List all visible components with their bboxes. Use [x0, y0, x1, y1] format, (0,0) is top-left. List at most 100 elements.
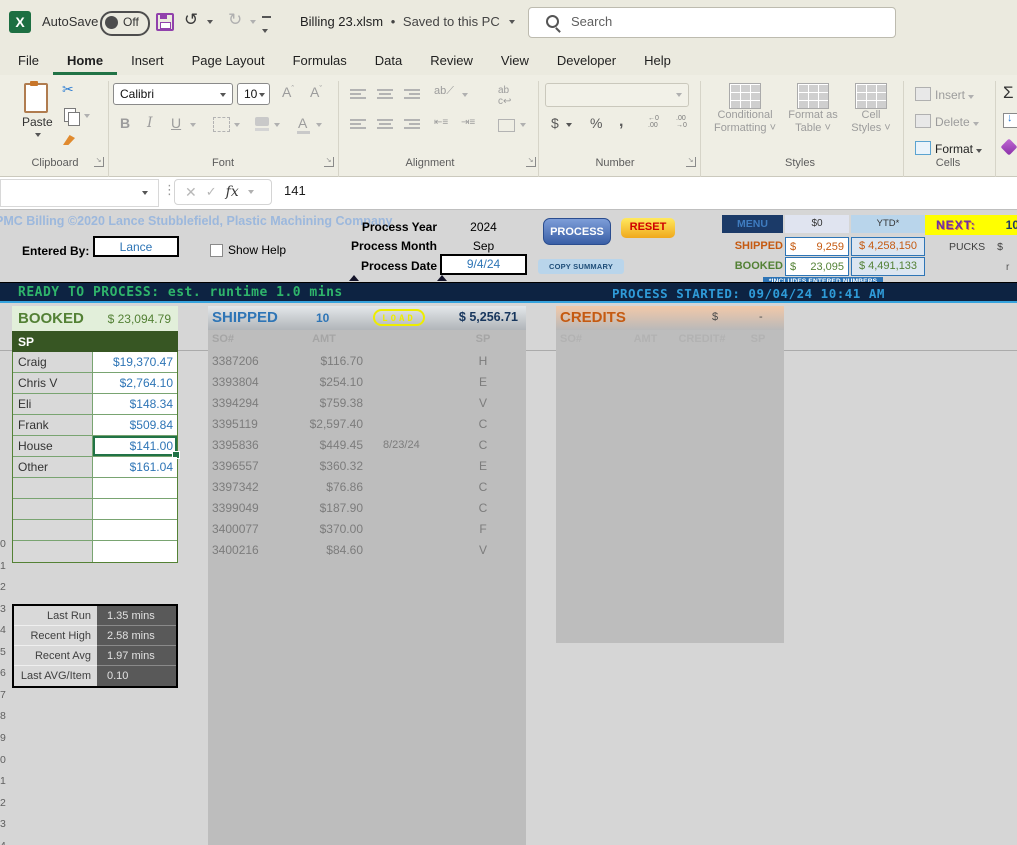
row-number[interactable]: 3	[0, 818, 9, 830]
increase-font-icon[interactable]: Aˆ	[282, 84, 294, 100]
row-number[interactable]: 8	[0, 710, 9, 722]
fill-color-icon[interactable]	[255, 117, 269, 126]
tab-data[interactable]: Data	[361, 45, 416, 75]
booked-name-cell[interactable]	[13, 499, 93, 520]
autosum-icon[interactable]: Σ	[1003, 83, 1014, 103]
booked-amount-cell[interactable]: $19,370.47	[93, 352, 177, 373]
tab-help[interactable]: Help	[630, 45, 685, 75]
shipped-amt-cell[interactable]: $76.86	[273, 480, 363, 494]
shipped-date-cell[interactable]: 8/23/24	[383, 439, 420, 451]
decrease-font-icon[interactable]: Aˇ	[310, 84, 322, 100]
row-number[interactable]: 0	[0, 754, 9, 766]
row-number[interactable]: 6	[0, 667, 9, 679]
shipped-sp-cell[interactable]: V	[470, 543, 496, 557]
booked-name-cell[interactable]: Eli	[13, 394, 93, 415]
shipped-amt-cell[interactable]: $370.00	[273, 522, 363, 536]
name-box-dropdown-icon[interactable]	[142, 191, 148, 195]
shipped-sp-cell[interactable]: V	[470, 396, 496, 410]
clear-icon[interactable]	[1001, 139, 1017, 156]
shipped-so-cell[interactable]: 3394294	[212, 396, 259, 410]
copy-dropdown-icon[interactable]	[84, 114, 90, 118]
entered-by-field[interactable]: Lance	[93, 236, 179, 257]
underline-dropdown-icon[interactable]	[190, 123, 196, 127]
process-year-value[interactable]: 2024	[440, 220, 527, 234]
booked-amount-cell[interactable]: $2,764.10	[93, 373, 177, 394]
font-color-icon[interactable]: A	[298, 115, 307, 131]
booked-amount-cell[interactable]	[93, 520, 177, 541]
booked-name-cell[interactable]	[13, 520, 93, 541]
shipped-sp-cell[interactable]: C	[470, 438, 496, 452]
undo-icon[interactable]: ↺	[184, 10, 198, 30]
redo-icon[interactable]: ↻	[228, 10, 242, 30]
shipped-row[interactable]: 3387206$116.70H	[208, 352, 526, 373]
row-number[interactable]: 9	[0, 732, 9, 744]
shipped-amt-cell[interactable]: $116.70	[273, 354, 363, 368]
clipboard-dialog-launcher-icon[interactable]: ↘	[94, 157, 104, 167]
align-right-icon[interactable]	[404, 119, 420, 131]
row-number[interactable]: 2	[0, 581, 9, 593]
font-name-select[interactable]: Calibri	[113, 83, 233, 105]
number-dialog-launcher-icon[interactable]: ↘	[686, 157, 696, 167]
booked-ytd-cell[interactable]: $ 4,491,133	[851, 257, 925, 276]
booked-amount-cell[interactable]	[93, 499, 177, 520]
shipped-row[interactable]: 3393804$254.10E	[208, 373, 526, 394]
booked-amount-cell[interactable]: $148.34	[93, 394, 177, 415]
shipped-so-cell[interactable]: 3387206	[212, 354, 259, 368]
tab-formulas[interactable]: Formulas	[279, 45, 361, 75]
shipped-ytd-cell[interactable]: $ 4,258,150	[851, 237, 925, 256]
shipped-so-cell[interactable]: 3400077	[212, 522, 259, 536]
shipped-so-cell[interactable]: 3399049	[212, 501, 259, 515]
fill-color-dropdown-icon[interactable]	[274, 123, 280, 127]
shipped-row[interactable]: 3400077 $370.00 F	[208, 520, 526, 541]
shipped-row[interactable]: 3395119$2,597.40C	[208, 415, 526, 436]
orientation-icon[interactable]: ab⟋	[434, 85, 454, 98]
merge-center-icon[interactable]	[498, 119, 515, 132]
format-as-table-button[interactable]: Format as Table ˅	[782, 83, 844, 135]
process-button[interactable]: PROCESS	[543, 218, 611, 245]
orientation-dropdown-icon[interactable]	[462, 93, 468, 97]
shipped-sp-cell[interactable]: F	[470, 522, 496, 536]
shipped-sp-cell[interactable]: E	[470, 459, 496, 473]
booked-name-cell[interactable]: Other	[13, 457, 93, 478]
row-number[interactable]: 2	[0, 797, 9, 809]
booked-name-cell[interactable]: House	[13, 436, 93, 457]
booked-name-cell[interactable]: Craig	[13, 352, 93, 373]
decrease-decimal-icon[interactable]: .00→0	[676, 115, 687, 129]
booked-amount-cell[interactable]	[93, 541, 177, 562]
booked-name-cell[interactable]	[13, 541, 93, 562]
number-format-select[interactable]	[545, 83, 689, 107]
decrease-indent-icon[interactable]: ⇤≡	[434, 117, 448, 128]
quick-access-customize-icon[interactable]	[262, 16, 271, 38]
comma-style-icon[interactable]: ,	[619, 113, 623, 131]
row-number[interactable]: 4	[0, 624, 9, 636]
copy-icon[interactable]	[64, 108, 76, 122]
align-top-icon[interactable]	[350, 89, 366, 101]
shipped-row[interactable]: 3396557$360.32E	[208, 457, 526, 478]
show-help-checkbox[interactable]	[210, 244, 223, 257]
row-number[interactable]: 3	[0, 603, 9, 615]
row-number[interactable]: 1	[0, 775, 9, 787]
row-number[interactable]: 4	[0, 840, 9, 845]
shipped-sp-cell[interactable]: C	[470, 480, 496, 494]
borders-icon[interactable]	[213, 117, 230, 132]
accounting-dropdown-icon[interactable]	[566, 123, 572, 127]
search-input[interactable]: Search	[528, 7, 896, 38]
percent-style-icon[interactable]: %	[590, 115, 602, 131]
font-size-select[interactable]: 10	[237, 83, 270, 105]
shipped-so-cell[interactable]: 3395836	[212, 438, 259, 452]
booked-name-cell[interactable]	[13, 478, 93, 499]
align-bottom-icon[interactable]	[404, 89, 420, 101]
formula-input[interactable]: 141	[284, 183, 306, 198]
document-title[interactable]: Billing 23.xlsm • Saved to this PC	[300, 14, 515, 29]
shipped-amt-cell[interactable]: $360.32	[273, 459, 363, 473]
font-dialog-launcher-icon[interactable]: ↘	[324, 157, 334, 167]
booked-name-cell[interactable]: Chris V	[13, 373, 93, 394]
menu-button[interactable]: MENU	[722, 215, 783, 233]
cut-icon[interactable]: ✂	[62, 81, 74, 98]
shipped-so-cell[interactable]: 3395119	[212, 417, 258, 431]
align-center-icon[interactable]	[377, 119, 393, 131]
insert-cells-button[interactable]: Insert	[915, 87, 974, 102]
shipped-sp-cell[interactable]: E	[470, 375, 496, 389]
align-middle-icon[interactable]	[377, 89, 393, 101]
cancel-icon[interactable]: ✕	[185, 184, 197, 201]
